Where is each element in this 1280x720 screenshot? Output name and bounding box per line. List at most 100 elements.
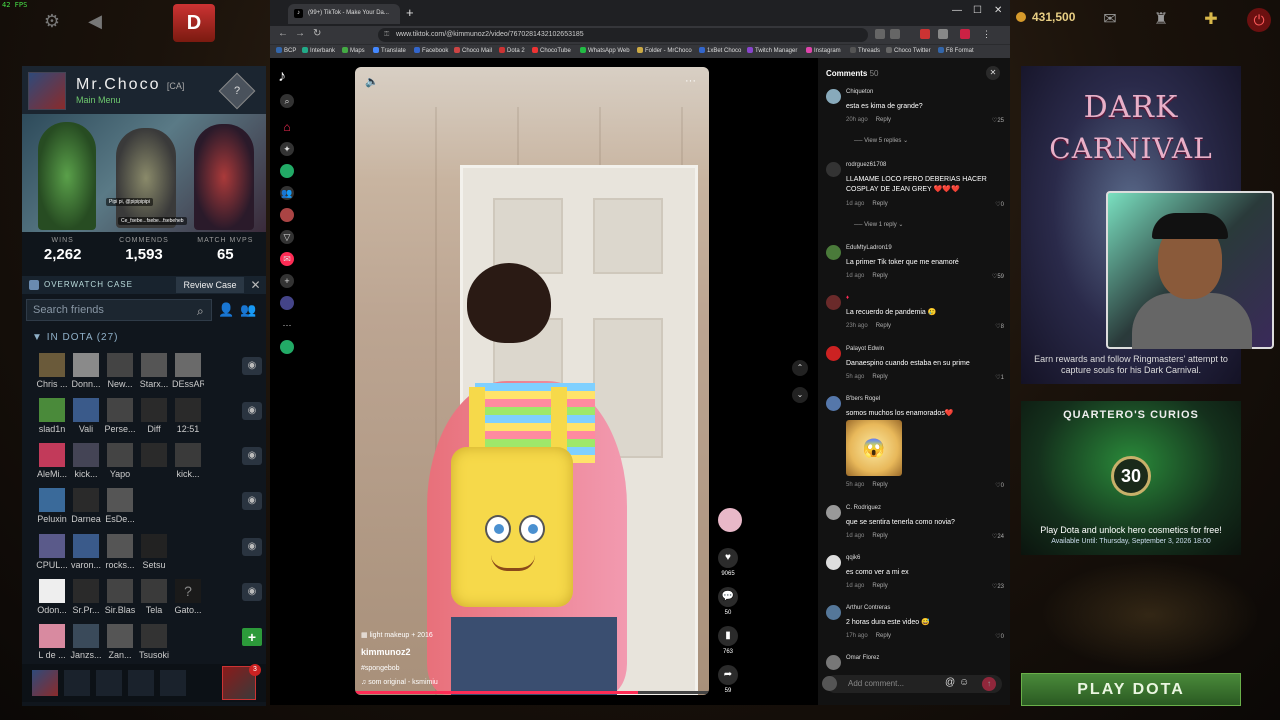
bookmark-item[interactable]: Instagram [806, 47, 841, 54]
video-player[interactable]: 🔈 ··· ▦ light makeup + 2016 kimmunoz2 #s… [355, 67, 709, 695]
avatar[interactable] [826, 295, 841, 310]
like-button[interactable]: ♥ 9065 [718, 548, 738, 577]
bookmark-item[interactable]: ChocoTube [532, 47, 571, 54]
friend[interactable]: varon... [70, 530, 102, 574]
comment-likes[interactable]: ♡1 [995, 374, 1004, 381]
bookmark-item[interactable]: Translate [373, 47, 406, 54]
messages-icon[interactable]: ✉ [280, 252, 294, 266]
spectate-eye-icon[interactable]: ◉ [242, 447, 262, 465]
friend[interactable]: Setsu [138, 530, 170, 574]
bookmark-item[interactable]: F8 Format [938, 47, 974, 54]
friend[interactable]: EsDe... [104, 484, 136, 528]
friend[interactable]: rocks... [104, 530, 136, 574]
bookmark-item[interactable]: Choco Mail [454, 47, 492, 54]
profile-icon[interactable] [280, 296, 294, 310]
spectate-eye-icon[interactable]: ◉ [242, 357, 262, 375]
avatar[interactable] [826, 162, 841, 177]
friend[interactable]: New... [104, 349, 136, 393]
reply-link[interactable]: Reply [876, 323, 891, 329]
next-video-button[interactable]: ⌄ [792, 387, 808, 403]
send-icon[interactable]: ↑ [982, 677, 996, 691]
save-button[interactable]: ▮ 763 [718, 626, 738, 655]
reply-link[interactable]: Reply [872, 583, 887, 589]
previous-video-button[interactable]: ⌃ [792, 360, 808, 376]
comment-username[interactable]: EduMtyLadron19 [846, 245, 892, 251]
more-icon[interactable]: ··· [280, 318, 294, 332]
bookmark-item[interactable]: 1xBet Choco [699, 47, 741, 54]
comment-username[interactable]: Arthur Contreras [846, 605, 890, 611]
video-username[interactable]: kimmunoz2 [361, 647, 411, 657]
armory-icon[interactable]: ♜ [1150, 9, 1172, 31]
home-icon[interactable]: ⌂ [280, 120, 294, 134]
reply-link[interactable]: Reply [872, 273, 887, 279]
friend[interactable]: Vali [70, 394, 102, 438]
friend[interactable]: Chris ... [36, 349, 68, 393]
avatar[interactable] [826, 655, 841, 670]
comment-likes[interactable]: ♡23 [992, 583, 1004, 590]
friend[interactable]: Odon... [36, 575, 68, 619]
spectate-eye-icon[interactable]: ◉ [242, 538, 262, 556]
party-slot[interactable] [128, 670, 154, 696]
view-replies-link[interactable]: ── View 1 reply ⌄ [854, 221, 903, 228]
friend[interactable]: Tela [138, 575, 170, 619]
live-icon[interactable] [280, 208, 294, 222]
friend[interactable]: Yapo [104, 439, 136, 483]
volume-icon[interactable]: 🔈 [365, 75, 379, 88]
friend[interactable]: Donn... [70, 349, 102, 393]
avatar[interactable] [826, 605, 841, 620]
bookmark-item[interactable]: Maps [342, 47, 365, 54]
maximize-icon[interactable]: ☐ [973, 5, 982, 16]
friend[interactable]: DEssAR [172, 349, 204, 393]
video-progress-bar[interactable] [355, 691, 709, 694]
avatar[interactable] [826, 555, 841, 570]
search-icon[interactable]: ⌕ [280, 94, 294, 108]
video-sound[interactable]: ♫ som original - ksmimiu [361, 679, 438, 686]
share-button[interactable]: ➦ 59 [718, 665, 738, 694]
avatar[interactable] [826, 396, 841, 411]
friend[interactable]: AleMi... [36, 439, 68, 483]
back-icon[interactable]: ◀ [84, 10, 106, 32]
bookmark-item[interactable]: Facebook [414, 47, 448, 54]
creator-avatar[interactable] [280, 340, 294, 354]
friend[interactable]: Zan... [104, 620, 136, 664]
comment-likes[interactable]: ♡25 [992, 117, 1004, 124]
avatar[interactable] [826, 346, 841, 361]
review-case-button[interactable]: Review Case [176, 277, 244, 293]
friend[interactable]: Darnea [70, 484, 102, 528]
bookmark-item[interactable]: BCP [276, 47, 296, 54]
comment-likes[interactable]: ♡0 [995, 201, 1004, 208]
dota-plus-icon[interactable]: ✚ [1200, 9, 1222, 31]
comment-username[interactable]: Chiqueton [846, 89, 873, 95]
play-dota-button[interactable]: PLAY DOTA [1021, 673, 1241, 706]
spectate-eye-icon[interactable]: ◉ [242, 492, 262, 510]
bookmark-item[interactable]: Twitch Manager [747, 47, 797, 54]
spectate-eye-icon[interactable]: ◉ [242, 583, 262, 601]
bookmark-item[interactable]: Threads [850, 47, 880, 54]
add-comment-input[interactable]: Add comment... @ ☺ ↑ [822, 675, 1002, 693]
emoji-icon[interactable]: ☺ [959, 677, 969, 688]
friend[interactable]: Sir.Blas [104, 575, 136, 619]
comment-likes[interactable]: ♡59 [992, 273, 1004, 280]
settings-gear-icon[interactable]: ⚙ [41, 10, 63, 32]
friend[interactable]: L de ... [36, 620, 68, 664]
menu-icon[interactable]: ⋮ [982, 29, 992, 39]
bookmark-item[interactable]: Folder - MrChoco [637, 47, 692, 54]
showcase-heroes[interactable]: Pipi pi, @pipipipipi Ce_fsebe...fsebe...… [22, 114, 266, 232]
back-arrow-icon[interactable]: ← [278, 28, 288, 39]
video-effect-tag[interactable]: ▦ light makeup + 2016 [361, 631, 433, 639]
spectate-eye-icon[interactable]: ◉ [242, 402, 262, 420]
extension-icon[interactable] [890, 29, 900, 39]
comment-username[interactable]: qqik6 [846, 555, 860, 561]
creator-avatar-button[interactable] [718, 508, 742, 532]
comment-username[interactable]: Palayot Edwin [846, 346, 884, 352]
add-friend-icon[interactable]: 👤 [218, 302, 234, 318]
comment-likes[interactable]: ♡24 [992, 533, 1004, 540]
reply-link[interactable]: Reply [872, 374, 887, 380]
party-avatar[interactable] [32, 670, 58, 696]
avatar[interactable] [826, 245, 841, 260]
bookmark-item[interactable]: Dota 2 [499, 47, 525, 54]
close-comments-icon[interactable]: ✕ [986, 66, 1000, 80]
friend[interactable]: ? Gato... [172, 575, 204, 619]
inbox-icon[interactable]: ✉ [1099, 9, 1121, 31]
friend[interactable]: Perse... [104, 394, 136, 438]
